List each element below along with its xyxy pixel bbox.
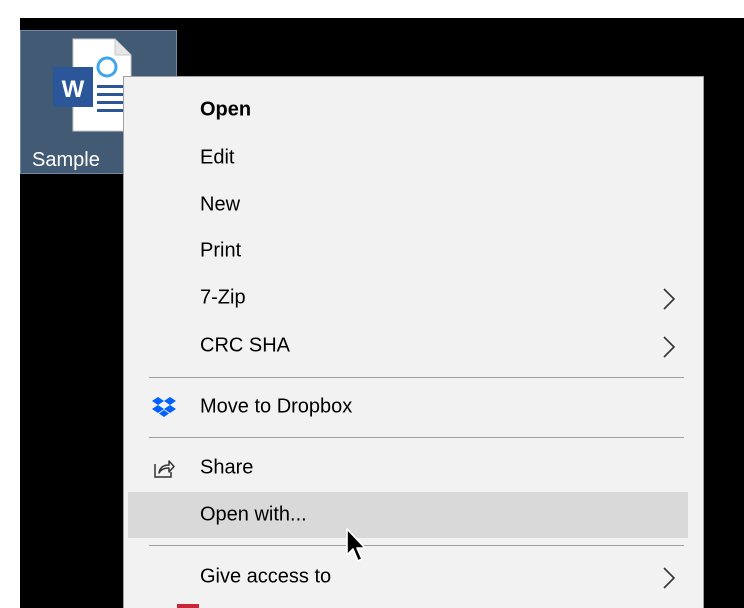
share-icon (154, 460, 175, 478)
menu-item-crc-sha[interactable]: CRC SHA (128, 323, 688, 369)
menu-item-label: Print (200, 239, 242, 262)
menu-item-move-to-dropbox[interactable]: Move to Dropbox (128, 384, 688, 430)
menu-item-print[interactable]: Print (128, 228, 688, 274)
chevron-right-icon (663, 288, 676, 310)
menu-item-label: New (200, 193, 241, 216)
dropbox-icon (152, 397, 176, 417)
chevron-right-icon (663, 567, 676, 589)
menu-item-open-with[interactable]: Open with... (128, 492, 688, 538)
menu-item-label: CRC SHA (200, 334, 291, 357)
menu-separator (149, 377, 684, 378)
menu-item-new[interactable]: New (128, 182, 688, 228)
menu-item-7-zip[interactable]: 7-Zip (128, 275, 688, 321)
chevron-right-icon (663, 336, 676, 358)
menu-item-label: Open (200, 98, 252, 121)
menu-item-label: 7-Zip (200, 286, 246, 309)
menu-item-label: Share (200, 456, 254, 479)
menu-separator (149, 545, 684, 546)
context-menu: Open Edit New Print 7-Zip CRC SHA Move t… (123, 76, 704, 608)
word-document-icon: W (53, 38, 132, 132)
menu-item-open[interactable]: Open (128, 87, 688, 133)
next-menu-item-icon (177, 604, 199, 608)
svg-text:W: W (62, 76, 85, 103)
menu-item-label: Edit (200, 146, 235, 169)
menu-item-edit[interactable]: Edit (128, 135, 688, 181)
mouse-pointer-icon (346, 528, 366, 562)
menu-separator (149, 437, 684, 438)
menu-item-give-access-to[interactable]: Give access to (128, 554, 688, 600)
file-name-label: Sample (32, 149, 100, 171)
menu-item-share[interactable]: Share (128, 445, 688, 491)
menu-item-label: Move to Dropbox (200, 395, 353, 418)
menu-item-label: Open with... (200, 503, 307, 526)
menu-item-label: Give access to (200, 565, 332, 588)
